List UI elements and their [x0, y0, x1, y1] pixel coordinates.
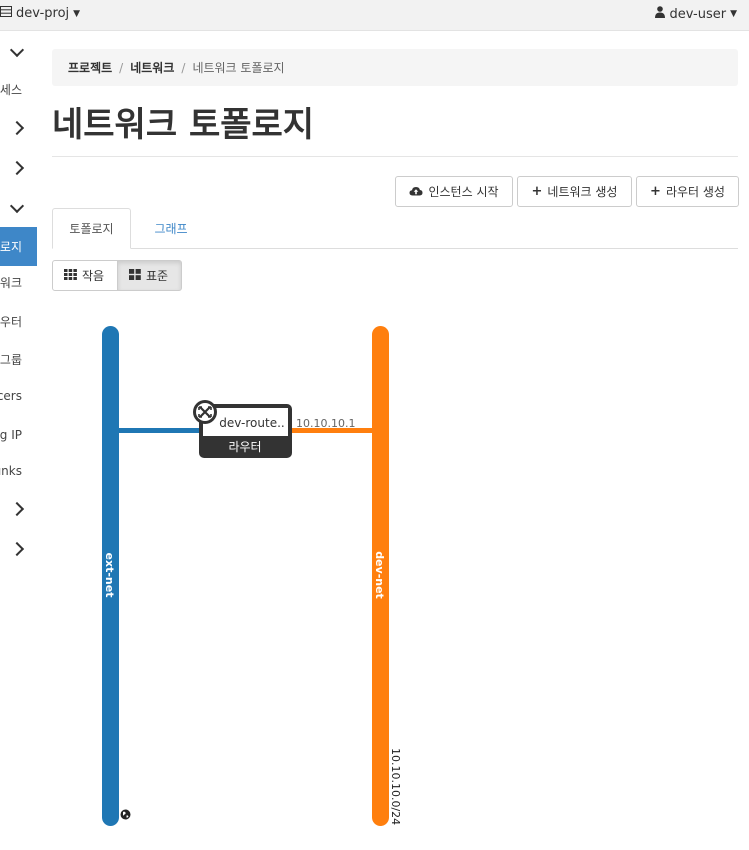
network-topology-canvas: ext-net dev-net 10.10.10.0/24 10.10.10.1… — [102, 326, 402, 826]
network-dev-net[interactable]: dev-net — [372, 326, 389, 826]
network-name-label: dev-net — [373, 551, 386, 599]
router-port-ip: 10.10.10.1 — [296, 417, 355, 430]
router-icon — [193, 400, 217, 424]
network-name-label: ext-net — [103, 553, 116, 598]
router-link-ext-net — [119, 428, 201, 433]
router-name: dev-route.. — [219, 416, 284, 430]
network-ext-net[interactable]: ext-net — [102, 326, 119, 826]
router-type-label: 라우터 — [228, 440, 261, 454]
network-cidr-label: 10.10.10.0/24 — [389, 748, 402, 825]
external-globe-icon — [120, 809, 131, 820]
